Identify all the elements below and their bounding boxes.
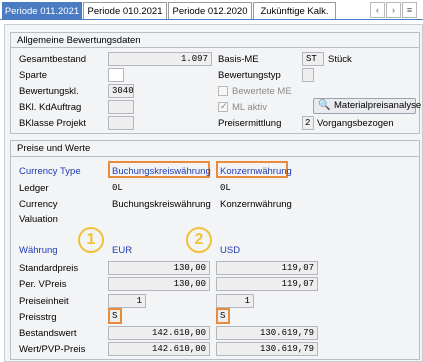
standardpreis-field-1: 130,00	[108, 261, 210, 275]
tab-periode-011-2021[interactable]: Periode 011.2021	[2, 2, 82, 19]
currency-2: Konzernwährung	[220, 199, 292, 210]
ledger-1: 0L	[112, 183, 123, 193]
bestandswert-field-2: 130.619,79	[216, 326, 318, 340]
preisermittlung-text: Vorgangsbezogen	[317, 118, 394, 129]
basis-me-field: ST	[302, 52, 324, 66]
sparte-label: Sparte	[19, 70, 47, 81]
magnifier-icon: 🔍	[318, 100, 331, 111]
sparte-field[interactable]	[108, 68, 124, 82]
bkl-kdauftrag-field	[108, 100, 134, 114]
tab-periode-010-2021[interactable]: Periode 010.2021	[83, 2, 167, 19]
marker-circle-1: 1	[78, 227, 104, 253]
wert-pvp-field-2: 130.619,79	[216, 342, 318, 356]
preiseinheit-label: Preiseinheit	[19, 296, 69, 307]
waehrung-2: USD	[220, 245, 241, 256]
currency-type-2: Konzernwährung	[220, 166, 292, 177]
per-vpreis-field-2: 119,07	[216, 277, 318, 291]
bewertete-me-label: Bewertete ME	[232, 86, 292, 97]
tab-divider	[0, 19, 423, 20]
preisstrg-field-2: S	[216, 308, 230, 324]
waehrung-label: Währung	[19, 245, 58, 256]
waehrung-1: EUR	[112, 245, 133, 256]
currency-type-label: Currency Type	[19, 166, 81, 177]
group-divider	[11, 156, 419, 157]
bkl-kdauftrag-label: BKl. KdAuftrag	[19, 102, 82, 113]
preisermittlung-label: Preisermittlung	[218, 118, 282, 129]
per-vpreis-label: Per. VPreis	[19, 279, 67, 290]
bewertungstyp-field	[302, 68, 314, 82]
per-vpreis-field-1: 130,00	[108, 277, 210, 291]
group-divider	[11, 47, 419, 48]
gesamtbestand-field: 1.097	[108, 52, 212, 66]
wert-pvp-label: Wert/PVP-Preis	[19, 344, 86, 355]
preisstrg-field-1: S	[108, 308, 122, 324]
tab-zukuenftige-kalk[interactable]: Zukünftige Kalk.	[253, 2, 336, 19]
basis-me-label: Basis-ME	[218, 54, 259, 65]
marker-circle-2: 2	[186, 227, 212, 253]
chevron-left-icon[interactable]: ‹	[370, 2, 385, 18]
menu-icon[interactable]: ≡	[402, 2, 417, 18]
currency-1: Buchungskreiswährung	[112, 199, 211, 210]
bewertungskl-label: Bewertungskl.	[19, 86, 79, 97]
bewertungstyp-label: Bewertungstyp	[218, 70, 281, 81]
preiseinheit-field-1: 1	[108, 294, 146, 308]
bklasse-projekt-field	[108, 116, 134, 130]
materialpreisanalyse-button[interactable]: 🔍 Materialpreisanalyse	[313, 98, 421, 114]
standardpreis-field-2: 119,07	[216, 261, 318, 275]
tab-strip: Periode 011.2021 Periode 010.2021 Period…	[0, 0, 423, 20]
preisstrg-label: Preisstrg	[19, 312, 57, 323]
group-title-general: Allgemeine Bewertungsdaten	[17, 35, 141, 46]
group-title-prices: Preise und Werte	[17, 143, 91, 154]
preisermittlung-field: 2	[302, 116, 314, 130]
bestandswert-field-1: 142.610,00	[108, 326, 210, 340]
ledger-2: 0L	[220, 183, 231, 193]
preiseinheit-field-2: 1	[216, 294, 254, 308]
wert-pvp-field-1: 142.610,00	[108, 342, 210, 356]
bewertete-me-checkbox[interactable]	[218, 86, 228, 96]
chevron-right-icon[interactable]: ›	[386, 2, 401, 18]
ledger-label: Ledger	[19, 183, 49, 194]
standardpreis-label: Standardpreis	[19, 263, 79, 274]
currency-type-1: Buchungskreiswährung	[112, 166, 211, 177]
basis-me-text: Stück	[328, 54, 352, 65]
bewertungskl-field: 3040	[108, 84, 134, 98]
currency-label: Currency	[19, 199, 58, 210]
valuation-label: Valuation	[19, 214, 58, 225]
gesamtbestand-label: Gesamtbestand	[19, 54, 87, 65]
bestandswert-label: Bestandswert	[19, 328, 77, 339]
ml-aktiv-label: ML aktiv	[232, 102, 268, 113]
bklasse-projekt-label: BKlasse Projekt	[19, 118, 87, 129]
materialpreisanalyse-label: Materialpreisanalyse	[334, 100, 422, 111]
ml-aktiv-checkbox	[218, 101, 228, 112]
tab-periode-012-2020[interactable]: Periode 012.2020	[168, 2, 252, 19]
